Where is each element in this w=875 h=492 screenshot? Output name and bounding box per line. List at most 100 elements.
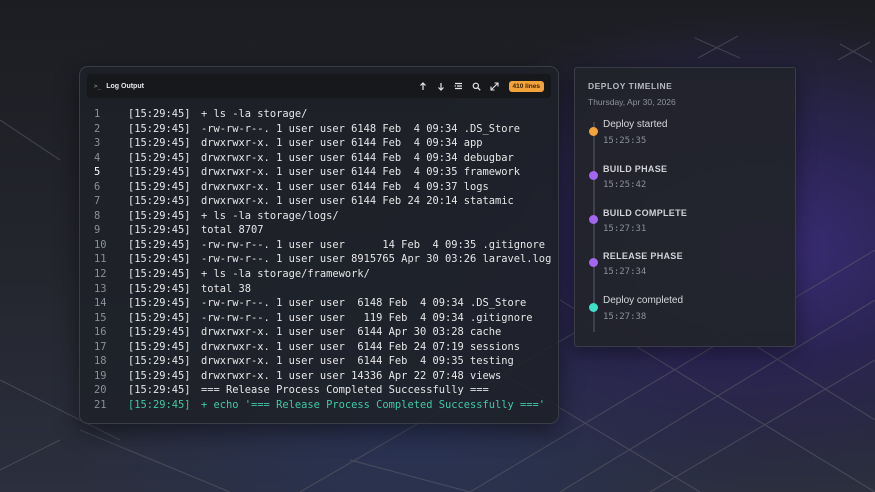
wrap-lines-icon[interactable] <box>450 82 468 90</box>
log-line: 9 [15:29:45] total 8707 <box>80 223 558 238</box>
log-text: -rw-rw-r--. 1 user user 8915765 Apr 30 0… <box>201 253 552 266</box>
search-icon[interactable] <box>468 82 486 91</box>
line-count-badge: 410 lines <box>508 80 544 92</box>
line-number: 19 <box>94 369 107 382</box>
log-line: 6 [15:29:45] drwxrwxr-x. 1 user user 6144 … <box>80 180 558 195</box>
line-number: 8 <box>94 209 101 222</box>
timeline-dot-icon <box>589 171 598 180</box>
log-text: drwxrwxr-x. 1 user user 6144 Feb 24 07:1… <box>201 340 521 353</box>
log-text: === Release Process Completed Successful… <box>201 384 489 397</box>
log-line: 7 [15:29:45] drwxrwxr-x. 1 user user 6144 … <box>80 194 558 209</box>
line-number: 20 <box>94 384 107 397</box>
log-text: drwxrwxr-x. 1 user user 6144 Apr 30 03:2… <box>201 326 502 339</box>
log-line: 20 [15:29:45] === Release Process Complete… <box>80 383 558 398</box>
log-text: -rw-rw-r--. 1 user user 14 Feb 4 09:35 .… <box>201 238 546 251</box>
timeline-event: BUILD COMPLETE 15:27:31 <box>575 207 795 241</box>
log-timestamp: [15:29:45] <box>128 282 191 295</box>
log-timestamp: [15:29:45] <box>128 166 191 179</box>
log-text: + ls -la storage/ <box>201 108 308 120</box>
log-text: + ls -la storage/logs/ <box>201 209 339 222</box>
log-line: 18 [15:29:45] drwxrwxr-x. 1 user user 6144… <box>80 354 558 369</box>
arrow-down-icon[interactable] <box>432 82 450 91</box>
log-timestamp: [15:29:45] <box>128 151 191 164</box>
timeline-date: Thursday, Apr 30, 2026 <box>588 97 676 107</box>
timeline-event-time: 15:25:42 <box>603 180 647 190</box>
log-text: drwxrwxr-x. 1 user user 6144 Feb 4 09:34… <box>201 137 483 150</box>
timeline-event-time: 15:27:38 <box>603 312 647 322</box>
log-text: total 38 <box>201 282 252 295</box>
log-timestamp: [15:29:45] <box>128 326 191 339</box>
log-line: 13 [15:29:45] total 38 <box>80 282 558 297</box>
log-line: 5 [15:29:45] drwxrwxr-x. 1 user user 6144 … <box>80 165 558 180</box>
log-text: drwxrwxr-x. 1 user user 6144 Feb 4 09:37… <box>201 180 489 193</box>
log-text: drwxrwxr-x. 1 user user 6144 Feb 4 09:35… <box>201 166 521 179</box>
log-timestamp: [15:29:45] <box>128 311 191 324</box>
log-line: 10 [15:29:45] -rw-rw-r--. 1 user user 14 F… <box>80 238 558 253</box>
log-timestamp: [15:29:45] <box>128 369 191 382</box>
terminal-icon: >_ <box>94 82 102 90</box>
line-number: 12 <box>94 268 107 281</box>
log-line: 14 [15:29:45] -rw-rw-r--. 1 user user 6148… <box>80 296 558 311</box>
log-line: 2 [15:29:45] -rw-rw-r--. 1 user user 6148 … <box>80 122 558 137</box>
line-number: 5 <box>94 166 101 179</box>
log-timestamp: [15:29:45] <box>128 340 191 353</box>
log-timestamp: [15:29:45] <box>128 108 191 120</box>
timeline-event-label: BUILD PHASE <box>603 164 668 174</box>
log-timestamp: [15:29:45] <box>128 384 191 397</box>
line-number: 16 <box>94 326 107 339</box>
line-number: 11 <box>94 253 107 266</box>
timeline-event-label: Deploy completed <box>603 295 684 306</box>
log-line: 3 [15:29:45] drwxrwxr-x. 1 user user 6144 … <box>80 136 558 151</box>
line-number: 13 <box>94 282 107 295</box>
expand-icon[interactable] <box>486 81 504 91</box>
log-timestamp: [15:29:45] <box>128 355 191 368</box>
log-output-panel: >_ Log Output 410 lines 1 [15:29:45] + ls … <box>79 66 559 424</box>
line-number: 14 <box>94 297 107 310</box>
log-lines: 1 [15:29:45] + ls -la storage/2 [15:29:45] -… <box>80 107 558 412</box>
timeline-title: DEPLOY TIMELINE <box>588 81 673 91</box>
log-text: drwxrwxr-x. 1 user user 6144 Feb 24 20:1… <box>201 195 514 208</box>
log-line: 17 [15:29:45] drwxrwxr-x. 1 user user 6144… <box>80 340 558 355</box>
log-text: + echo '=== Release Process Completed Su… <box>201 398 546 411</box>
log-line: 12 [15:29:45] + ls -la storage/framework/ <box>80 267 558 282</box>
timeline-event: Deploy completed 15:27:38 <box>575 295 795 329</box>
log-line: 4 [15:29:45] drwxrwxr-x. 1 user user 6144 … <box>80 151 558 166</box>
timeline-event-label: Deploy started <box>603 119 668 130</box>
log-timestamp: [15:29:45] <box>128 398 191 411</box>
log-line: 15 [15:29:45] -rw-rw-r--. 1 user user 119 … <box>80 311 558 326</box>
timeline-event-time: 15:27:34 <box>603 267 647 277</box>
log-timestamp: [15:29:45] <box>128 180 191 193</box>
timeline-dot-icon <box>589 303 598 312</box>
log-line: 19 [15:29:45] drwxrwxr-x. 1 user user 1433… <box>80 369 558 384</box>
log-panel-title: Log Output <box>106 82 144 90</box>
line-number: 17 <box>94 340 107 353</box>
log-line: 8 [15:29:45] + ls -la storage/logs/ <box>80 209 558 224</box>
line-number: 2 <box>94 122 101 135</box>
log-timestamp: [15:29:45] <box>128 253 191 266</box>
log-timestamp: [15:29:45] <box>128 137 191 150</box>
log-text: -rw-rw-r--. 1 user user 119 Feb 4 09:34 … <box>201 311 533 324</box>
timeline-dot-icon <box>589 258 598 267</box>
log-text: drwxrwxr-x. 1 user user 6144 Feb 4 09:34… <box>201 151 514 164</box>
timeline-event: BUILD PHASE 15:25:42 <box>575 163 795 197</box>
timeline-event-label: BUILD COMPLETE <box>603 208 688 218</box>
deploy-timeline-panel: DEPLOY TIMELINE Thursday, Apr 30, 2026 D… <box>574 67 796 347</box>
log-text: -rw-rw-r--. 1 user user 6148 Feb 4 09:34… <box>201 297 527 310</box>
line-number: 10 <box>94 238 107 251</box>
log-line: 21 [15:29:45] + echo '=== Release Process … <box>80 398 558 413</box>
timeline-event-time: 15:25:35 <box>603 136 647 146</box>
log-timestamp: [15:29:45] <box>128 209 191 222</box>
line-number: 9 <box>94 224 101 237</box>
line-number: 6 <box>94 180 101 193</box>
line-number: 15 <box>94 311 107 324</box>
timeline-event-time: 15:27:31 <box>603 224 647 234</box>
timeline-event-label: RELEASE PHASE <box>603 251 683 261</box>
timeline-dot-icon <box>589 127 598 136</box>
log-timestamp: [15:29:45] <box>128 224 191 237</box>
line-number: 3 <box>94 137 101 150</box>
log-line: 11 [15:29:45] -rw-rw-r--. 1 user user 8915… <box>80 252 558 267</box>
arrow-up-icon[interactable] <box>414 81 432 91</box>
line-number: 7 <box>94 195 101 208</box>
log-line: 16 [15:29:45] drwxrwxr-x. 1 user user 6144… <box>80 325 558 340</box>
log-timestamp: [15:29:45] <box>128 195 191 208</box>
